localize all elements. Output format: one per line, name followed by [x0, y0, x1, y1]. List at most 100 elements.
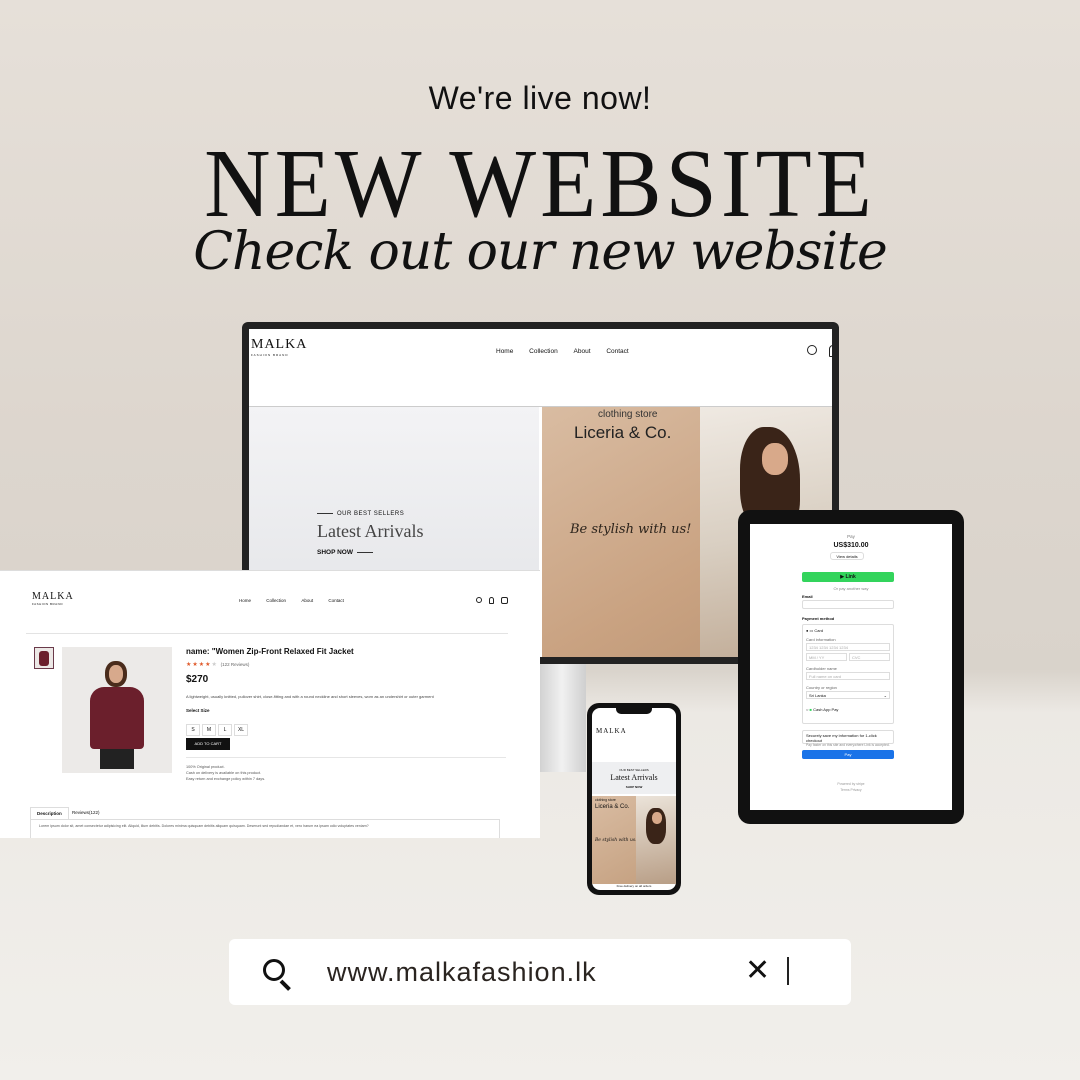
nav-contact[interactable]: Contact — [328, 598, 344, 603]
brand-sub: FASHION BRAND — [251, 353, 289, 357]
phone: MALKA OUR BEST SELLERS Latest Arrivals S… — [587, 703, 681, 895]
holder-field[interactable]: Full name on card — [806, 672, 890, 680]
size-options: S M L XL — [186, 718, 250, 736]
phone-banner-script: Be stylish with us! — [595, 838, 638, 843]
banner-title: Liceria & Co. — [574, 423, 672, 442]
phone-screen: MALKA OUR BEST SELLERS Latest Arrivals S… — [592, 708, 676, 890]
size-s[interactable]: S — [186, 724, 200, 736]
country-select[interactable]: Sri Lanka ⌄ — [806, 691, 890, 699]
user-icon[interactable] — [489, 597, 494, 604]
save-info-box[interactable]: Securely save my information for 1-click… — [802, 730, 894, 747]
tablet: Pay US$310.00 View details ▶ Link Or pay… — [738, 510, 964, 824]
url-text[interactable]: www.malkafashion.lk — [327, 957, 597, 988]
banner-script: Be stylish with us! — [570, 522, 692, 537]
product-nav: Home Collection About Contact — [232, 598, 351, 603]
alt-pay-text: Or pay another way — [833, 586, 869, 591]
checkout-amount: US$310.00 — [833, 542, 869, 549]
search-icon-handle — [279, 979, 291, 991]
size-xl[interactable]: XL — [234, 724, 248, 736]
cart-icon[interactable] — [501, 597, 508, 604]
script-subtitle: Check out our new website — [193, 222, 887, 282]
search-icon[interactable] — [807, 345, 817, 355]
tab-content: Lorem ipsum dolor sit, amet consectetur … — [30, 819, 500, 838]
product-page: MALKA FASHION BRAND Home Collection Abou… — [0, 570, 540, 838]
brand-name: MALKA — [32, 591, 74, 602]
link-pay-button[interactable]: ▶ Link — [802, 572, 894, 582]
nav-home[interactable]: Home — [496, 348, 513, 355]
footer-links[interactable]: Terms Privacy — [750, 788, 952, 792]
save-info-sub: Pay faster on this site and everywhere L… — [806, 743, 890, 747]
size-label: Select Size — [186, 708, 210, 713]
brand-name: MALKA — [251, 337, 308, 352]
card-option[interactable]: ● ▭ Card — [806, 628, 823, 633]
email-field[interactable] — [802, 600, 894, 609]
product-notes: 100% Original product. Cash on delivery … — [186, 764, 265, 782]
hero-title: Latest Arrivals — [317, 521, 424, 541]
phone-banner: clothing store Liceria & Co. Be stylish … — [592, 796, 676, 884]
cashapp-option[interactable]: ○ ■ Cash App Pay — [806, 707, 838, 712]
search-icon — [263, 959, 285, 981]
card-number-field[interactable]: 1234 1234 1234 1234 — [806, 643, 890, 651]
url-search-bar[interactable]: www.malkafashion.lk ✕ — [229, 939, 851, 1005]
star-rating: ★★★★★ (122 Reviews) — [186, 662, 250, 668]
phone-banner-title: Liceria & Co. — [595, 804, 630, 810]
nav-about[interactable]: About — [574, 348, 591, 355]
phone-model — [636, 796, 676, 884]
model-face — [109, 665, 123, 683]
email-label: Email — [802, 594, 813, 599]
expiry-field[interactable]: MM / YY — [806, 653, 847, 661]
nav-about[interactable]: About — [301, 598, 313, 603]
note: Easy return and exchange policy within 7… — [186, 777, 266, 781]
hero-cta[interactable]: SHOP NOW — [317, 549, 373, 556]
view-details-button[interactable]: View details — [830, 552, 864, 560]
text-cursor — [787, 957, 789, 985]
nav-collection[interactable]: Collection — [266, 598, 286, 603]
close-icon[interactable]: ✕ — [745, 953, 770, 988]
phone-notch — [616, 708, 652, 714]
phone-banner-small: clothing store — [595, 798, 616, 802]
checkout-screen: Pay US$310.00 View details ▶ Link Or pay… — [750, 524, 952, 810]
tab-reviews[interactable]: Reviews(122) — [66, 807, 106, 818]
jacket-body — [90, 687, 144, 749]
divider — [186, 757, 506, 758]
brand-name: MALKA — [596, 727, 627, 735]
product-desc: A lightweight, usually knitted, pullover… — [186, 694, 434, 699]
desktop-logo[interactable]: MALKA FASHION BRAND — [251, 337, 307, 357]
phone-kicker: OUR BEST SELLERS — [619, 768, 649, 772]
product-logo[interactable]: MALKA FASHION BRAND — [32, 591, 74, 606]
checkout-label: Pay — [847, 534, 855, 539]
cvc-field[interactable]: CVC — [849, 653, 890, 661]
tagline: We're live now! — [428, 80, 652, 116]
add-to-cart-button[interactable]: ADD TO CART — [186, 738, 230, 750]
phone-cta[interactable]: SHOP NOW — [592, 785, 676, 789]
product-price: $270 — [186, 674, 209, 685]
size-l[interactable]: L — [218, 724, 232, 736]
product-image — [62, 647, 172, 773]
hero-kicker: OUR BEST SELLERS — [317, 511, 404, 517]
monitor-stand — [538, 664, 586, 772]
desktop-nav: Home Collection About Contact — [489, 348, 636, 355]
search-icon[interactable] — [476, 597, 482, 603]
payment-label: Payment method — [802, 616, 835, 621]
product-thumbnail[interactable] — [34, 647, 54, 669]
country-label: Country or region — [806, 685, 837, 690]
nav-contact[interactable]: Contact — [606, 348, 628, 355]
card-box: ● ▭ Card Card information 1234 1234 1234… — [802, 624, 894, 724]
face — [762, 443, 788, 475]
product-name: name: "Women Zip-Front Relaxed Fit Jacke… — [186, 647, 354, 656]
hero-left-panel: OUR BEST SELLERS Latest Arrivals SHOP NO… — [249, 407, 539, 597]
holder-label: Cardholder name — [806, 666, 837, 671]
card-info-label: Card information — [806, 637, 836, 642]
pay-button[interactable]: Pay — [802, 750, 894, 759]
phone-hero: OUR BEST SELLERS Latest Arrivals SHOP NO… — [592, 762, 676, 794]
phone-footer: Free delivery on all orders — [616, 884, 652, 888]
tab-description[interactable]: Description — [30, 807, 69, 819]
user-icon[interactable] — [829, 345, 832, 357]
review-count[interactable]: (122 Reviews) — [221, 662, 250, 667]
save-info-label: Securely save my information for 1-click… — [806, 733, 877, 743]
powered-by: Powered by stripe — [837, 782, 865, 786]
brand-sub: FASHION BRAND — [32, 602, 64, 606]
nav-home[interactable]: Home — [239, 598, 251, 603]
nav-collection[interactable]: Collection — [529, 348, 558, 355]
size-m[interactable]: M — [202, 724, 216, 736]
